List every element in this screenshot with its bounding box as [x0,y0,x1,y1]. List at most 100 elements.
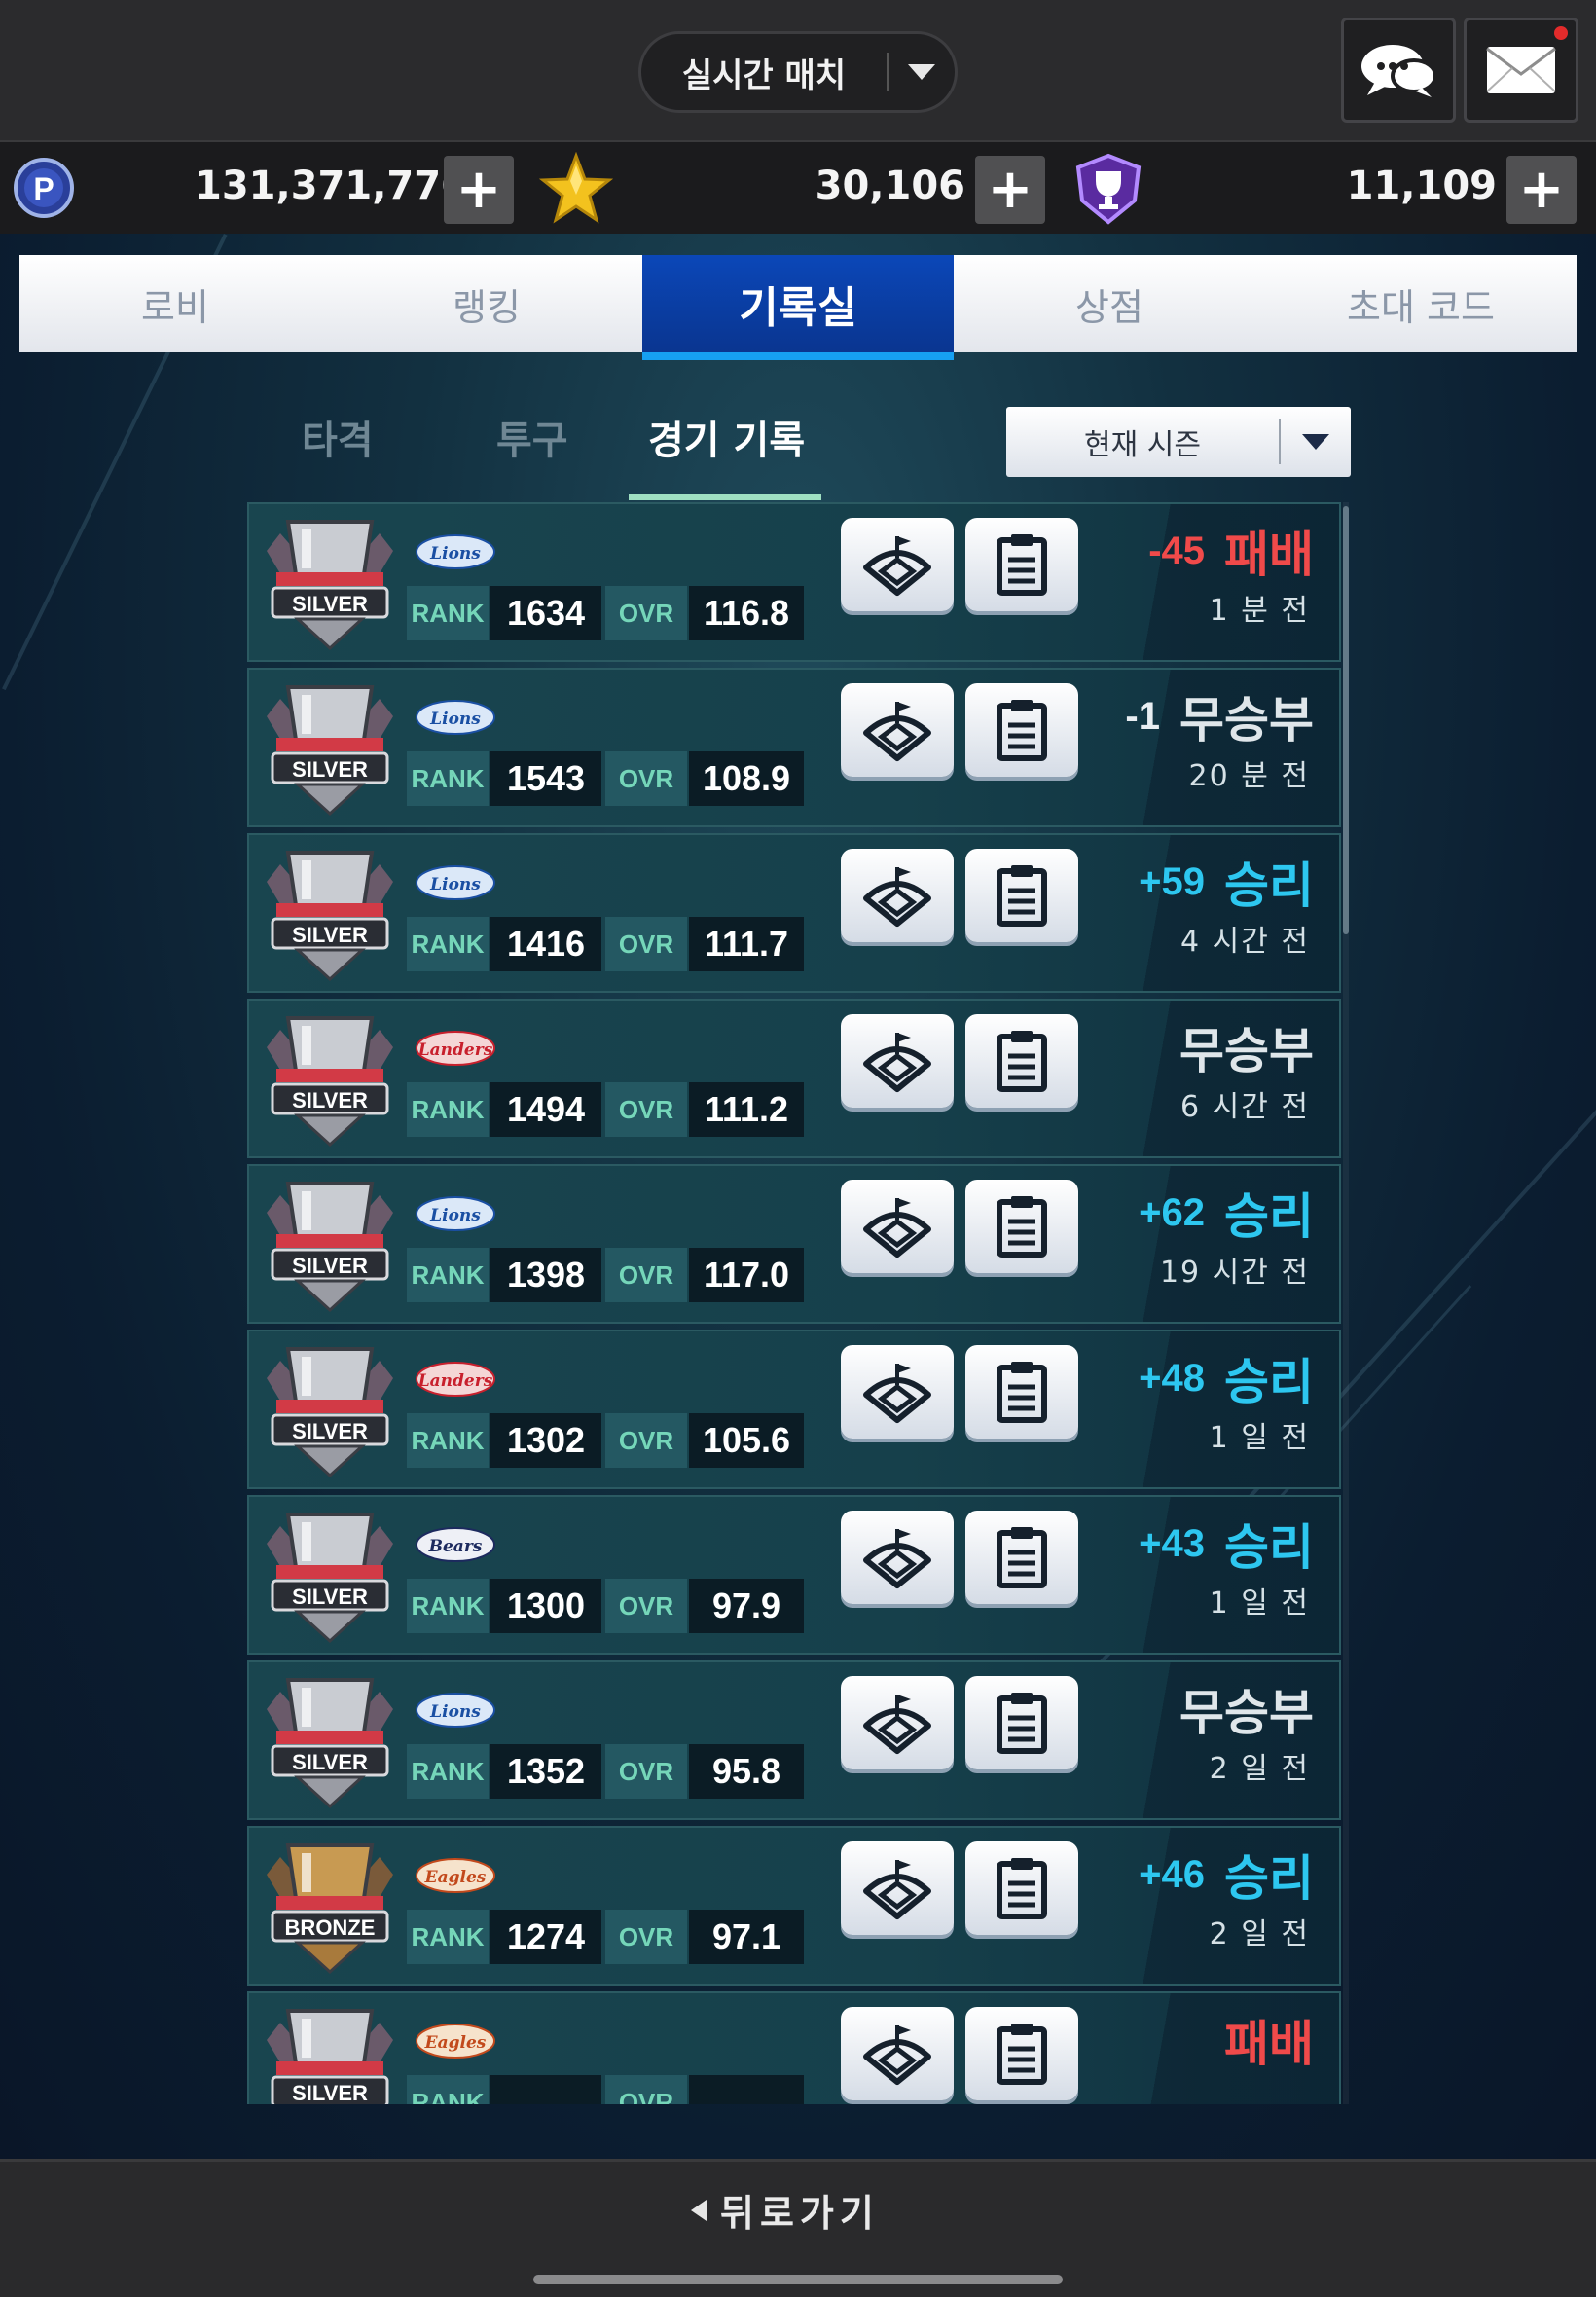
result-label: 무승부 [1179,1023,1314,1079]
result-label: 승리 [1224,857,1314,914]
stadium-button[interactable] [841,2007,954,2100]
rank-label: RANK [407,751,489,806]
stadium-icon [863,536,931,596]
stadium-button[interactable] [841,1511,954,1604]
match-result: -1 무승부 [1125,687,1314,748]
stadium-button[interactable] [841,849,954,942]
match-details-button[interactable] [965,683,1078,777]
record-row[interactable]: SILVER Lions RANK 1543 OVR 108.9 -1 무승부 … [247,668,1341,827]
match-details-button[interactable] [965,1180,1078,1273]
match-result: 패배 [1205,2011,1314,2072]
bottom-bar: 뒤로가기 [0,2159,1596,2297]
add-stars-button[interactable]: + [975,156,1045,224]
elapsed-time: 2 일 전 [1209,1752,1310,1786]
clipboard-icon [997,1693,1047,1754]
score-delta: +43 [1139,1521,1205,1565]
season-dropdown[interactable]: 현재 시즌 [1006,407,1351,477]
record-row[interactable]: SILVER Bears RANK 1300 OVR 97.9 +43 승리 1… [247,1495,1341,1655]
match-details-button[interactable] [965,518,1078,611]
stadium-button[interactable] [841,1180,954,1273]
record-row[interactable]: SILVER Lions RANK 1398 OVR 117.0 +62 승리 … [247,1164,1341,1324]
league-badge-icon: SILVER [267,2009,393,2104]
rank-value: 1398 [490,1248,601,1302]
match-details-button[interactable] [965,1511,1078,1604]
score-delta: +46 [1139,1852,1205,1896]
stadium-button[interactable] [841,1676,954,1769]
ovr-label: OVR [605,586,687,640]
home-indicator[interactable] [533,2275,1063,2284]
match-details-button[interactable] [965,849,1078,942]
game-records-list[interactable]: SILVER Lions RANK 1634 OVR 116.8 -45 패배 … [241,502,1355,2104]
league-badge-icon: SILVER [267,1016,393,1148]
team-logo-icon: Eagles [416,2024,495,2059]
match-details-button[interactable] [965,1014,1078,1108]
stadium-button[interactable] [841,683,954,777]
score-delta: +62 [1139,1190,1205,1234]
main-tabs: 로비 랭킹 기록실 상점 초대 코드 [19,255,1577,360]
record-row[interactable]: SILVER Lions RANK 1634 OVR 116.8 -45 패배 … [247,502,1341,662]
match-details-button[interactable] [965,1841,1078,1935]
svg-text:SILVER: SILVER [292,923,368,947]
tab-records[interactable]: 기록실 [642,255,954,360]
ovr-value: 97.9 [689,1579,804,1633]
subtab-game-records[interactable]: 경기 기록 [648,409,805,465]
stadium-button[interactable] [841,1014,954,1108]
ovr-label: OVR [605,1579,687,1633]
back-arrow-icon [691,2199,707,2221]
scrollbar-thumb[interactable] [1343,506,1349,934]
back-button[interactable]: 뒤로가기 [691,2183,880,2237]
add-points-button[interactable]: + [444,156,514,224]
record-row[interactable]: SILVER Lions RANK 1352 OVR 95.8 무승부 2 일 … [247,1660,1341,1820]
record-row[interactable]: BRONZE Eagles RANK 1274 OVR 97.1 +46 승리 … [247,1826,1341,1986]
league-badge-icon: SILVER [267,520,393,651]
stadium-button[interactable] [841,1841,954,1935]
subtab-batting[interactable]: 타격 [302,409,374,465]
subtab-pitching[interactable]: 투구 [496,409,568,465]
clipboard-icon [997,865,1047,927]
match-mode-dropdown[interactable]: 실시간 매치 [638,31,958,113]
tab-lobby[interactable]: 로비 [19,255,331,352]
record-row[interactable]: SILVER Landers RANK 1494 OVR 111.2 무승부 6… [247,999,1341,1158]
chat-button[interactable] [1341,18,1456,123]
rank-value [490,2075,601,2104]
match-details-button[interactable] [965,1345,1078,1439]
team-logo-icon: Lions [416,700,495,735]
ovr-label: OVR [605,2075,687,2104]
team-logo-icon: Lions [416,1693,495,1728]
svg-text:SILVER: SILVER [292,1254,368,1278]
record-row[interactable]: SILVER Eagles RANK OVR 패배 [247,1991,1341,2104]
record-row[interactable]: SILVER Landers RANK 1302 OVR 105.6 +48 승… [247,1330,1341,1489]
rank-value: 1543 [490,751,601,806]
rank-label: RANK [407,1082,489,1137]
back-button-label: 뒤로가기 [720,2192,880,2235]
stadium-button[interactable] [841,1345,954,1439]
rank-value: 1274 [490,1910,601,1964]
mail-button[interactable] [1464,18,1578,123]
tab-ranking[interactable]: 랭킹 [331,255,642,352]
chevron-down-icon [1281,434,1351,450]
svg-text:Eagles: Eagles [424,2033,487,2053]
league-badge-icon: SILVER [267,1678,393,1809]
add-trophies-button[interactable]: + [1506,156,1577,224]
svg-text:SILVER: SILVER [292,2081,368,2104]
chat-icon [1361,45,1437,97]
svg-text:Lions: Lions [429,544,481,564]
notification-dot [1554,26,1568,40]
stadium-button[interactable] [841,518,954,611]
rank-label: RANK [407,2075,489,2104]
ovr-label: OVR [605,1744,687,1799]
points-value: 131,371,776 [195,164,468,208]
score-delta: -45 [1148,529,1205,572]
record-row[interactable]: SILVER Lions RANK 1416 OVR 111.7 +59 승리 … [247,833,1341,993]
rank-label: RANK [407,1910,489,1964]
match-details-button[interactable] [965,2007,1078,2100]
rank-value: 1634 [490,586,601,640]
svg-text:SILVER: SILVER [292,1088,368,1112]
tab-shop[interactable]: 상점 [954,255,1265,352]
chevron-down-icon [889,64,955,80]
tab-invite-code[interactable]: 초대 코드 [1265,255,1577,352]
ovr-label: OVR [605,751,687,806]
result-label: 무승부 [1179,1685,1314,1741]
match-details-button[interactable] [965,1676,1078,1769]
clipboard-icon [997,1858,1047,1919]
